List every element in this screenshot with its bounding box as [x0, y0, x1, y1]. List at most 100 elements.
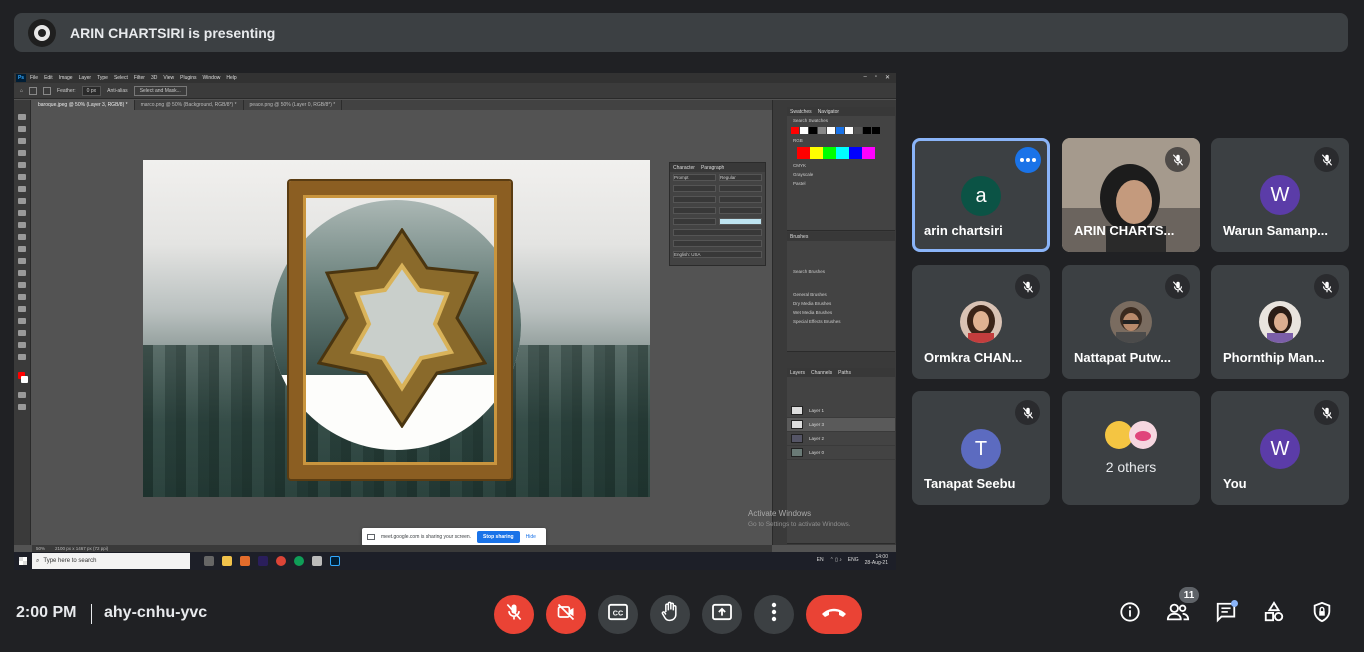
ps-menu-item: Layer: [78, 75, 92, 81]
raise-hand-button[interactable]: [650, 595, 690, 634]
ps-doc-tab: peace.png @ 50% (Layer 0, RGB/8*) *: [244, 100, 343, 110]
present-button[interactable]: [702, 595, 742, 634]
people-button[interactable]: [1165, 601, 1191, 627]
presenting-banner: ARIN CHARTSIRI is presenting: [14, 13, 1348, 52]
shared-screen: Ps File Edit Image Layer Type Select Fil…: [14, 73, 896, 570]
opentype-buttons: [673, 240, 762, 247]
quick-select-tool-icon: [18, 150, 26, 156]
participant-tile[interactable]: T Tanapat Seebu: [912, 391, 1050, 505]
artwork-canvas: [143, 160, 650, 497]
participant-tile[interactable]: a arin chartsiri: [912, 138, 1050, 252]
stamp-tool-icon: [18, 222, 26, 228]
file-explorer-icon: [222, 556, 232, 566]
recent-swatches: [787, 125, 895, 136]
captions-button[interactable]: CC: [598, 595, 638, 634]
activate-windows-watermark: Activate Windows Go to Settings to activ…: [748, 509, 851, 528]
camera-toggle-button[interactable]: [546, 595, 586, 634]
doc-size: 2100 px x 1467 px (72 ppi): [55, 546, 109, 551]
select-mask-button: Select and Mask...: [133, 85, 187, 96]
feather-field: 0 px: [81, 85, 102, 96]
brush-preview: [787, 241, 895, 267]
leave-call-button[interactable]: [806, 595, 862, 634]
more-vert-icon: [771, 602, 777, 627]
participant-count-badge: 11: [1179, 587, 1199, 603]
activities-button[interactable]: [1261, 600, 1287, 628]
participant-tile[interactable]: W You: [1211, 391, 1349, 505]
brush-group: Special Effects Brushes: [793, 319, 841, 324]
text-color-field: [719, 218, 762, 225]
baseline-field: [673, 218, 716, 225]
info-icon: [1119, 601, 1141, 628]
participant-name: You: [1223, 476, 1247, 491]
activities-icon: [1263, 600, 1285, 628]
ps-window-buttons: – ▫ ✕: [863, 74, 890, 81]
swatches-tab: Swatches: [790, 108, 812, 115]
lasso-tool-icon: [18, 138, 26, 144]
meeting-details-button[interactable]: [1117, 601, 1143, 627]
shield-lock-icon: [1311, 601, 1333, 628]
marquee-tool-icon: [18, 126, 26, 132]
hand-icon: [660, 601, 680, 628]
character-panel: Character Paragraph Prompt Regular English…: [669, 162, 766, 266]
hand-tool-icon: [18, 342, 26, 348]
mic-off-icon: [504, 602, 524, 627]
lock-fill: [787, 395, 895, 404]
zoom-level: 50%: [36, 546, 46, 551]
participant-avatar: [1259, 301, 1301, 343]
pen-tool-icon: [18, 294, 26, 300]
photoshop-logo-icon: Ps: [16, 74, 26, 82]
participant-avatar: [960, 301, 1002, 343]
quick-mask-icon: [18, 392, 26, 398]
participant-name: ARIN CHARTS...: [1074, 223, 1175, 238]
ps-menubar: Ps File Edit Image Layer Type Select Fil…: [14, 73, 896, 83]
eyedropper-tool-icon: [18, 186, 26, 192]
windows-start-icon: [14, 552, 32, 570]
people-icon: [1166, 602, 1190, 627]
participant-tile[interactable]: Phornthip Man...: [1211, 265, 1349, 379]
screen-share-icon: [367, 534, 375, 540]
feather-label: Feather:: [57, 87, 76, 94]
meeting-time: 2:00 PM: [16, 604, 77, 621]
crop-tool-icon: [18, 162, 26, 168]
chat-notification-dot: [1231, 600, 1238, 607]
participant-avatar: W: [1260, 175, 1300, 215]
participant-tile[interactable]: ARIN CHARTS...: [1062, 138, 1200, 252]
share-notice-text: meet.google.com is sharing your screen.: [381, 534, 472, 540]
layer-filter: [787, 377, 895, 386]
selection-mode-icon: [43, 86, 52, 95]
participant-name: Ormkra CHAN...: [924, 350, 1023, 365]
participant-name: Phornthip Man...: [1223, 350, 1325, 365]
ps-menu-item: View: [163, 75, 175, 81]
horizontal-scale-field: [719, 207, 762, 214]
participant-tile[interactable]: W Warun Samanp...: [1211, 138, 1349, 252]
participant-name: Warun Samanp...: [1223, 223, 1328, 238]
ps-menu-item: Type: [97, 75, 108, 81]
more-options-button[interactable]: [1015, 147, 1041, 173]
photoshop-icon: [330, 556, 340, 566]
participant-name: Tanapat Seebu: [924, 476, 1016, 491]
participant-tile[interactable]: Ormkra CHAN...: [912, 265, 1050, 379]
paragraph-tab: Paragraph: [700, 164, 725, 171]
participant-tile[interactable]: Nattapat Putw...: [1062, 265, 1200, 379]
swatch-group: Grayscale: [793, 172, 814, 177]
rgb-swatches: [797, 147, 895, 159]
move-tool-icon: [18, 114, 26, 120]
mic-off-icon: [1165, 147, 1190, 172]
ps-document-tabs: baroque.jpeg @ 50% (Layer 3, RGB/8) * ma…: [32, 100, 772, 110]
swatch-group: RGB: [793, 138, 803, 143]
type-tool-icon: [18, 306, 26, 312]
paths-tab: Paths: [838, 369, 851, 376]
swatch-group: Pastel: [793, 181, 806, 186]
others-tile[interactable]: 2 others: [1062, 391, 1200, 505]
ps-menu-item: Plugins: [180, 75, 197, 81]
ps-status-bar: 50% 2100 px x 1467 px (72 ppi): [32, 545, 772, 552]
host-controls-button[interactable]: [1309, 601, 1335, 627]
zoom-tool-icon: [18, 354, 26, 360]
layer-row: Layer 3: [787, 418, 895, 432]
windows-taskbar: ⌕ Type here to search EN ⌃ ▯ ♪ ENG 14:00 2…: [14, 552, 896, 570]
more-options-button[interactable]: [754, 595, 794, 634]
home-icon: ⌂: [20, 87, 24, 94]
mic-toggle-button[interactable]: [494, 595, 534, 634]
blur-tool-icon: [18, 270, 26, 276]
kerning-field: [673, 196, 716, 203]
